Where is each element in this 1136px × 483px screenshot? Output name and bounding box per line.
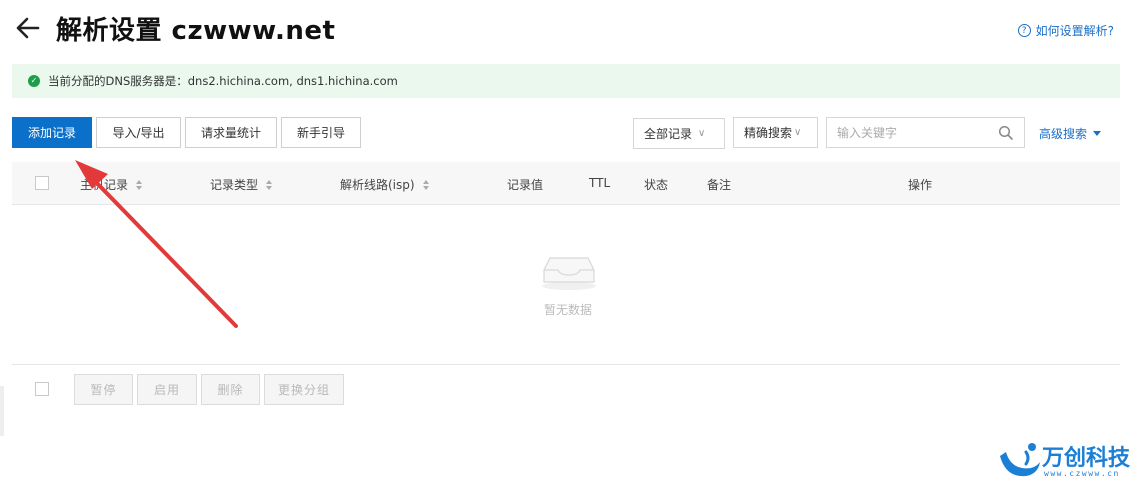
- request-stats-button[interactable]: 请求量统计: [185, 117, 277, 148]
- enable-button[interactable]: 启用: [137, 374, 197, 405]
- column-host-record-label: 主机记录: [80, 178, 129, 192]
- page-title: 解析设置 czwww.net: [56, 16, 336, 46]
- column-host-record[interactable]: 主机记录: [80, 176, 143, 193]
- search-mode-dropdown[interactable]: 精确搜索 ∨: [733, 117, 818, 148]
- search-mode-label: 精确搜索: [744, 126, 793, 140]
- delete-button[interactable]: 删除: [201, 374, 260, 405]
- brand-url: www.czwww.cn: [1044, 469, 1120, 478]
- dns-server-notice: ✓ 当前分配的DNS服务器是：dns2.hichina.com, dns1.hi…: [12, 64, 1120, 98]
- dns-server-notice-text: 当前分配的DNS服务器是：dns2.hichina.com, dns1.hich…: [48, 74, 398, 88]
- column-ttl: TTL: [589, 176, 611, 190]
- footer-select-all-checkbox[interactable]: [35, 382, 49, 396]
- import-export-button[interactable]: 导入/导出: [96, 117, 181, 148]
- select-all-checkbox[interactable]: [35, 176, 49, 190]
- record-filter-dropdown[interactable]: 全部记录 ∨: [633, 118, 725, 149]
- brand-logo-icon: [1000, 443, 1040, 477]
- search-icon[interactable]: [998, 125, 1014, 141]
- column-isp-line[interactable]: 解析线路(isp): [340, 176, 429, 193]
- sort-icon: [266, 179, 273, 190]
- column-actions: 操作: [908, 178, 933, 192]
- advanced-search-label: 高级搜索: [1039, 127, 1088, 141]
- beginner-guide-button[interactable]: 新手引导: [281, 117, 361, 148]
- question-circle-icon: ?: [1017, 24, 1031, 37]
- sort-icon: [136, 179, 143, 190]
- side-tab[interactable]: [0, 386, 4, 436]
- brand-name: 万创科技: [1042, 446, 1131, 471]
- chevron-down-icon: ∨: [698, 128, 706, 139]
- table-divider: [12, 364, 1120, 365]
- check-circle-icon: ✓: [28, 75, 40, 87]
- add-record-button[interactable]: 添加记录: [12, 117, 92, 148]
- column-record-type[interactable]: 记录类型: [210, 176, 273, 193]
- back-arrow-icon[interactable]: [12, 12, 44, 44]
- keyword-search-input[interactable]: [827, 124, 999, 141]
- caret-down-icon: [1093, 131, 1102, 136]
- pause-button[interactable]: 暂停: [74, 374, 133, 405]
- help-link[interactable]: ? 如何设置解析?: [1017, 22, 1114, 39]
- keyword-search-box: [826, 117, 1025, 148]
- records-table-header: 主机记录 记录类型 解析线路(isp) 记录值 TTL 状态 备注 操作: [12, 162, 1120, 205]
- sort-icon: [422, 179, 429, 190]
- chevron-down-icon: ∨: [794, 127, 802, 138]
- help-link-label: 如何设置解析?: [1035, 24, 1114, 38]
- column-record-value: 记录值: [507, 178, 544, 192]
- change-group-button[interactable]: 更换分组: [264, 374, 344, 405]
- advanced-search-toggle[interactable]: 高级搜索: [1039, 125, 1102, 142]
- empty-inbox-icon: [542, 257, 596, 290]
- column-remark: 备注: [707, 178, 732, 192]
- brand-watermark: 万创科技 www.czwww.cn: [996, 438, 1132, 481]
- column-status: 状态: [644, 178, 669, 192]
- column-record-type-label: 记录类型: [210, 178, 259, 192]
- record-filter-label: 全部记录: [644, 127, 693, 141]
- column-isp-line-label: 解析线路(isp): [340, 178, 415, 192]
- empty-state-text: 暂无数据: [543, 303, 592, 317]
